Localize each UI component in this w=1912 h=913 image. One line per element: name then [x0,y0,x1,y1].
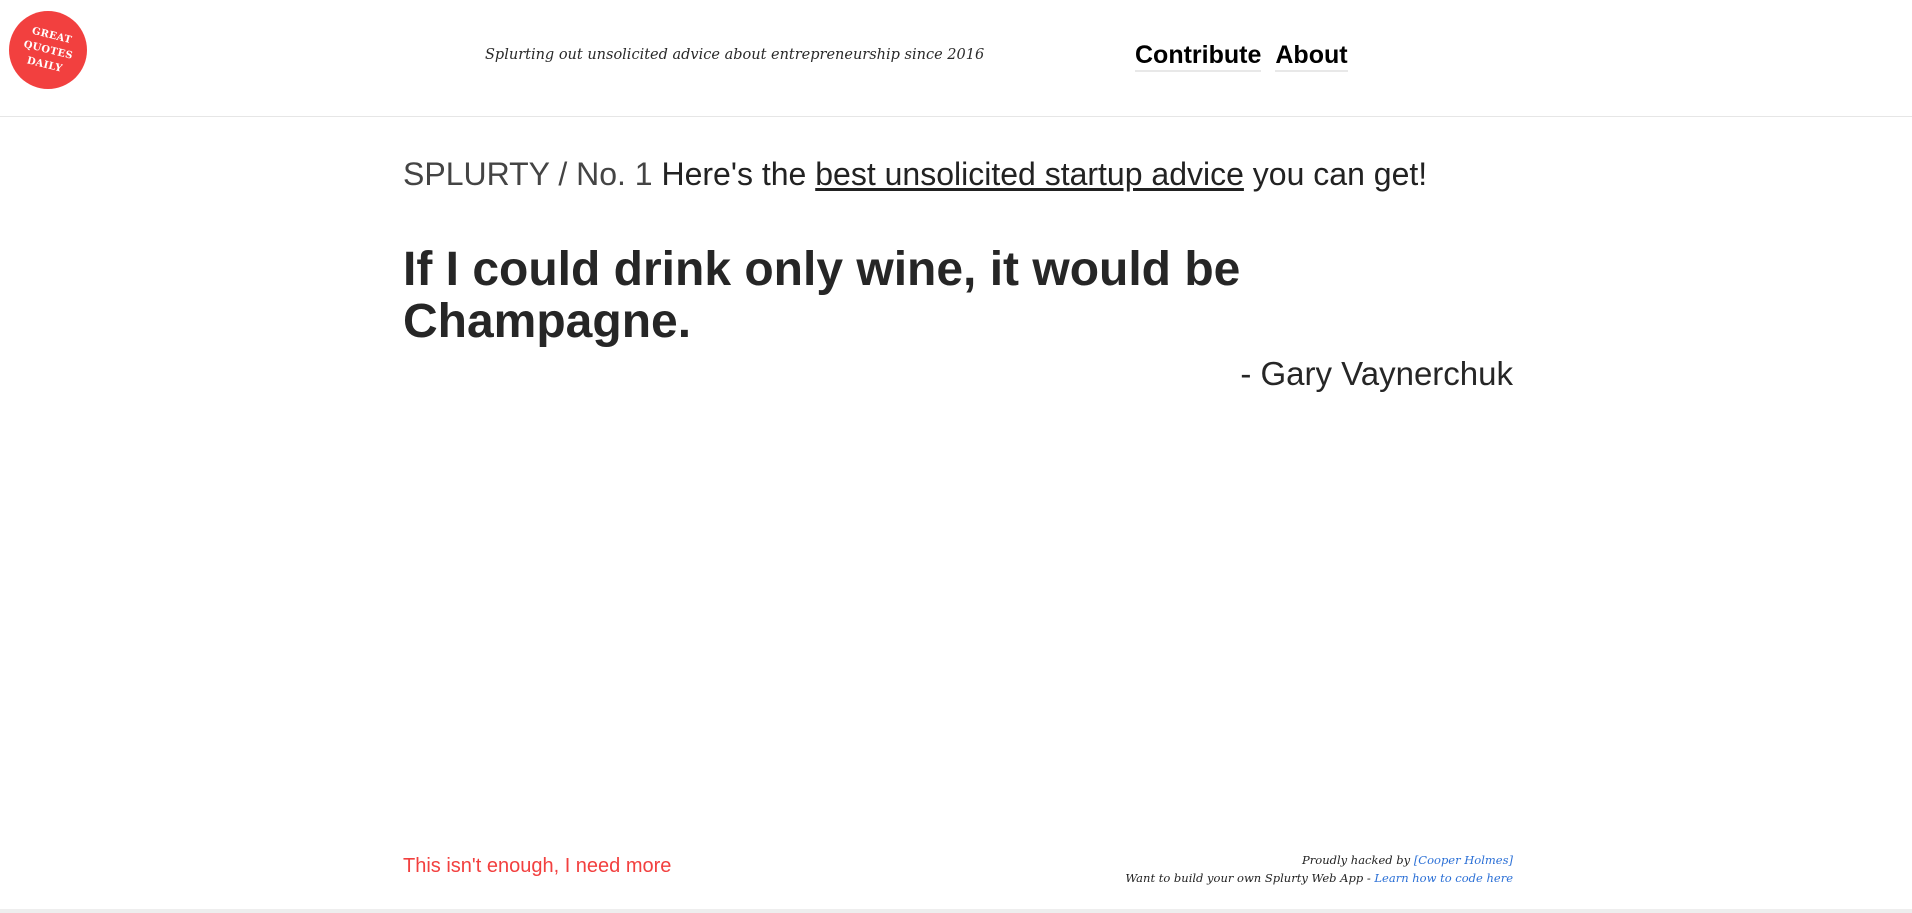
breadcrumb: SPLURTY / No. 1 Here's the best unsolici… [403,152,1427,196]
credit-prefix: Proudly hacked by [1302,853,1411,867]
intro-suffix: you can get! [1252,156,1428,192]
intro-prefix: Here's the [661,156,807,192]
site-header: GREAT QUOTES DAILY Splurting out unsolic… [0,0,1912,117]
build-line: Want to build your own Splurty Web App -… [1125,869,1513,887]
quote-text: If I could drink only wine, it would be … [403,243,1241,348]
nav-about-link[interactable]: About [1275,40,1348,72]
main-nav: Contribute About [1135,40,1348,72]
more-quotes-link[interactable]: This isn't enough, I need more [403,855,671,878]
bottom-divider [0,909,1912,913]
footer-credits: Proudly hacked by [Cooper Holmes] Want t… [1125,851,1513,887]
logo-badge[interactable]: GREAT QUOTES DAILY [9,11,87,89]
quote-author: - Gary Vaynerchuk [1240,355,1513,392]
site-tagline: Splurting out unsolicited advice about e… [485,47,985,63]
startup-advice-link[interactable]: best unsolicited startup advice [815,156,1244,192]
breadcrumb-brand: SPLURTY / No. 1 [403,156,653,192]
learn-to-code-link[interactable]: Learn how to code here [1374,871,1513,885]
nav-contribute-link[interactable]: Contribute [1135,40,1262,72]
page: GREAT QUOTES DAILY Splurting out unsolic… [0,0,1912,913]
credit-line: Proudly hacked by [Cooper Holmes] [1125,851,1513,869]
author-credit-link[interactable]: [Cooper Holmes] [1414,853,1513,867]
logo-text: GREAT QUOTES DAILY [18,22,78,78]
build-prefix: Want to build your own Splurty Web App - [1125,871,1371,885]
